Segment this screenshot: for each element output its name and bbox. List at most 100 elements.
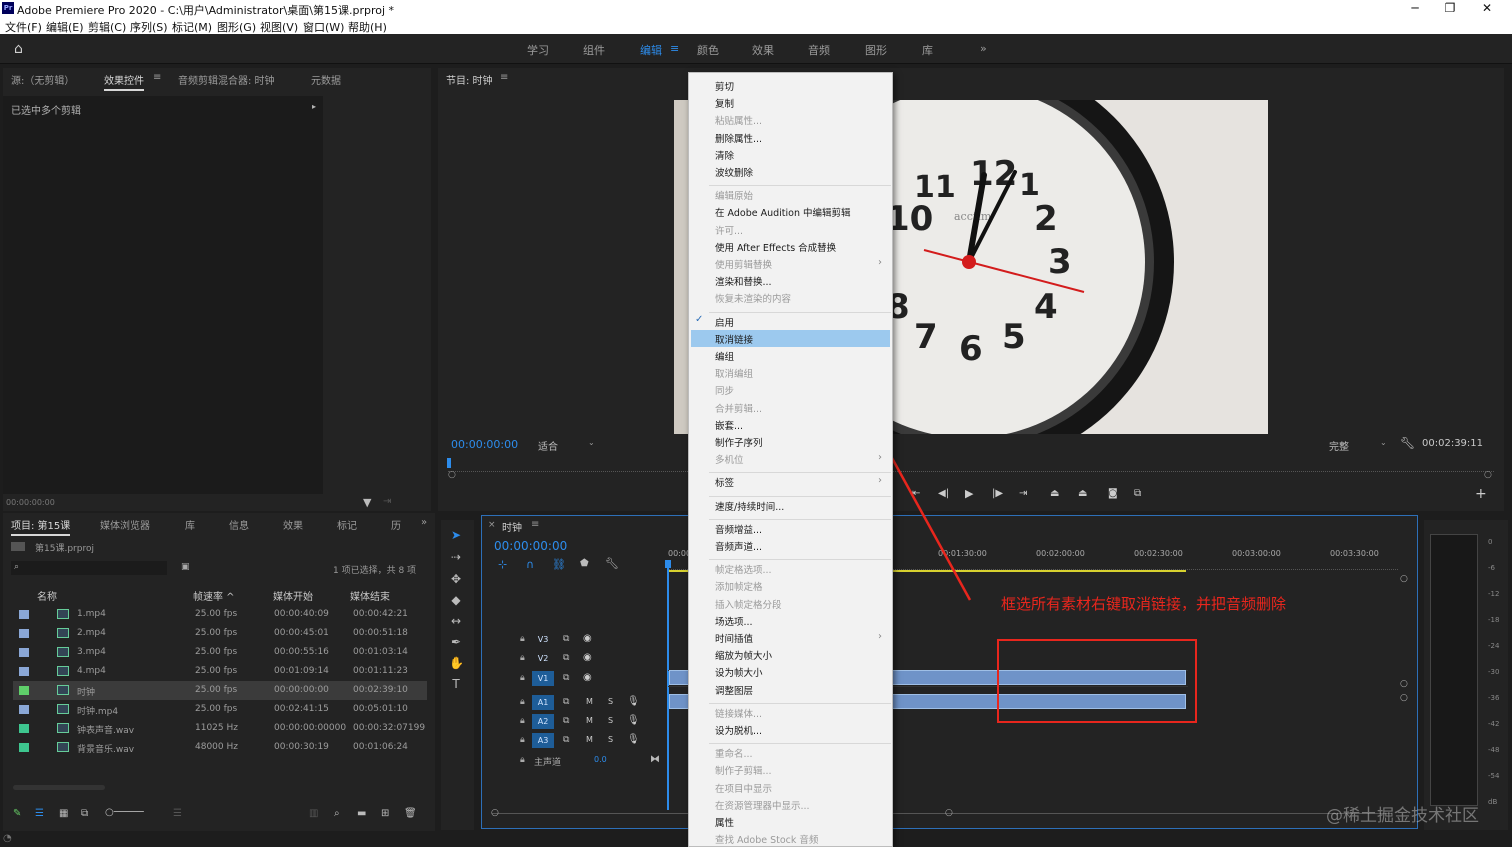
workspace-assembly[interactable]: 组件 [583,42,605,58]
track-label[interactable]: V3 [532,632,554,647]
menu-item[interactable]: 速度/持续时间... [715,499,784,513]
eye-icon[interactable]: ◉ [583,633,592,644]
menu-item[interactable]: 缩放为帧大小 [715,648,772,662]
project-row[interactable]: 背景音乐.wav 48000 Hz 00:00:30:19 00:01:06:24 [13,738,427,757]
fit-dropdown[interactable]: 适合 [538,438,558,453]
label-color-swatch[interactable] [19,743,29,752]
menu-item[interactable]: 属性 [715,815,734,829]
tab-media-browser[interactable]: 媒体浏览器 [100,517,150,532]
menu-item[interactable]: 清除 [715,148,734,162]
tab-history[interactable]: 历 [391,517,401,532]
sync-lock-icon[interactable]: ⧉ [563,673,569,683]
workspace-effects[interactable]: 效果 [752,42,774,58]
sort-icon[interactable]: ☰ [173,808,182,819]
type-tool-icon[interactable]: T [449,677,463,691]
label-color-swatch[interactable] [19,610,29,619]
linked-selection-icon[interactable]: ⛓ [552,558,566,571]
new-search-bin-icon[interactable]: ▣ [181,562,190,572]
project-scrollbar[interactable] [13,785,105,790]
project-row[interactable]: 3.mp4 25.00 fps 00:00:55:16 00:01:03:14 [13,643,427,662]
menu-item[interactable]: 编组 [715,349,734,363]
menu-item[interactable]: 时间插值 [715,631,753,645]
track-lock-icon[interactable]: 🔒︎ [520,716,525,726]
track-label[interactable]: V1 [532,671,554,686]
sync-lock-icon[interactable]: ⧉ [563,735,569,745]
menu-clip[interactable]: 剪辑(C) [88,19,126,35]
slip-tool-icon[interactable]: ↔ [449,614,463,628]
filter-icon[interactable]: ▼ [363,496,371,509]
lift-icon[interactable]: ⏏ [1050,488,1059,499]
new-item-icon[interactable]: ⊞ [381,808,389,819]
project-row[interactable]: 1.mp4 25.00 fps 00:00:40:09 00:00:42:21 [13,605,427,624]
panel-menu-icon[interactable]: ≡ [153,72,161,83]
label-color-swatch[interactable] [19,724,29,733]
tab-markers[interactable]: 标记 [337,517,357,532]
hand-tool-icon[interactable]: ✋ [449,656,464,670]
microphone-icon[interactable]: 🎙︎ [627,734,640,745]
workspace-audio[interactable]: 音频 [808,42,830,58]
expand-arrow-icon[interactable]: ▸ [312,102,316,111]
delete-icon[interactable]: 🗑︎ [404,808,417,819]
menu-item[interactable]: 调整图层 [715,683,753,697]
extract-icon[interactable]: ⏏ [1078,488,1087,499]
track-lock-icon[interactable]: 🔒︎ [520,634,525,644]
solo-button[interactable]: S [608,735,613,744]
label-color-swatch[interactable] [19,667,29,676]
track-lock-icon[interactable]: 🔒︎ [520,735,525,745]
mute-button[interactable]: M [586,716,593,725]
add-button-icon[interactable]: + [1475,486,1487,502]
fit-chevron-icon[interactable]: ⌄ [588,438,595,447]
workspace-editing[interactable]: 编辑 [640,42,662,58]
timeline-timecode[interactable]: 00:00:00:00 [494,539,567,553]
sync-lock-icon[interactable]: ⧉ [563,634,569,644]
menu-item[interactable]: 剪切 [715,79,734,93]
menu-file[interactable]: 文件(F) [5,19,42,35]
list-view-icon[interactable]: ☰ [35,808,44,819]
home-icon[interactable]: ⌂ [14,41,23,57]
playhead-handle[interactable] [665,560,671,568]
zoom-handle-left-icon[interactable]: ○ [448,470,456,480]
menu-graphics[interactable]: 图形(G) [217,19,256,35]
panel-overflow-icon[interactable]: » [421,517,427,528]
project-row[interactable]: 钟表声音.wav 11025 Hz 00:00:00:00000 00:00:32:0… [13,719,427,738]
mute-button[interactable]: M [586,697,593,706]
project-row[interactable]: 4.mp4 25.00 fps 00:01:09:14 00:01:11:23 [13,662,427,681]
razor-tool-icon[interactable]: ◆ [449,593,463,607]
master-lock-icon[interactable]: 🔒︎ [520,755,525,765]
microphone-icon[interactable]: 🎙︎ [627,715,640,726]
tab-info[interactable]: 信息 [229,517,249,532]
sequence-menu-icon[interactable]: ≡ [531,519,539,530]
column-frame-rate[interactable]: 帧速率 ^ [193,588,235,603]
ripple-edit-tool-icon[interactable]: ✥ [449,572,463,586]
project-row[interactable]: 时钟.mp4 25.00 fps 00:02:41:15 00:05:01:10 [13,700,427,719]
zoom-left-handle-icon[interactable]: ○ [491,808,499,818]
label-color-swatch[interactable] [19,686,29,695]
label-color-swatch[interactable] [19,648,29,657]
tab-project[interactable]: 项目: 第15课 [11,517,71,536]
workspace-overflow[interactable]: » [980,42,987,55]
column-media-start[interactable]: 媒体开始 [273,588,313,603]
workspace-menu-icon[interactable]: ≡ [670,42,679,55]
menu-help[interactable]: 帮助(H) [348,19,387,35]
tab-libraries[interactable]: 库 [185,517,195,532]
project-search-input[interactable] [11,561,167,575]
program-timecode[interactable]: 00:00:00:00 [451,438,518,451]
tab-effect-controls[interactable]: 效果控件 [104,72,144,91]
step-forward-icon[interactable]: |▶ [992,488,1003,499]
close-sequence-icon[interactable]: × [488,520,496,530]
program-menu-icon[interactable]: ≡ [500,72,508,83]
menu-item[interactable]: 音频声道... [715,539,762,553]
pen-tool-icon[interactable]: ✒ [449,635,463,649]
menu-edit[interactable]: 编辑(E) [46,19,84,35]
track-lock-icon[interactable]: 🔒︎ [520,697,525,707]
menu-item[interactable]: 取消链接 [715,332,753,346]
find-icon[interactable]: ⌕ [334,808,340,819]
pencil-icon[interactable]: ✎ [13,808,21,819]
tab-audio-clip-mixer[interactable]: 音频剪辑混合器: 时钟 [178,72,275,87]
eye-icon[interactable]: ◉ [583,672,592,683]
track-label[interactable]: A2 [532,714,554,729]
wrench-icon[interactable]: 🔧︎ [1400,436,1415,450]
eye-icon[interactable]: ◉ [583,652,592,663]
menu-item[interactable]: 标签 [715,475,734,489]
column-name[interactable]: 名称 [37,588,57,603]
